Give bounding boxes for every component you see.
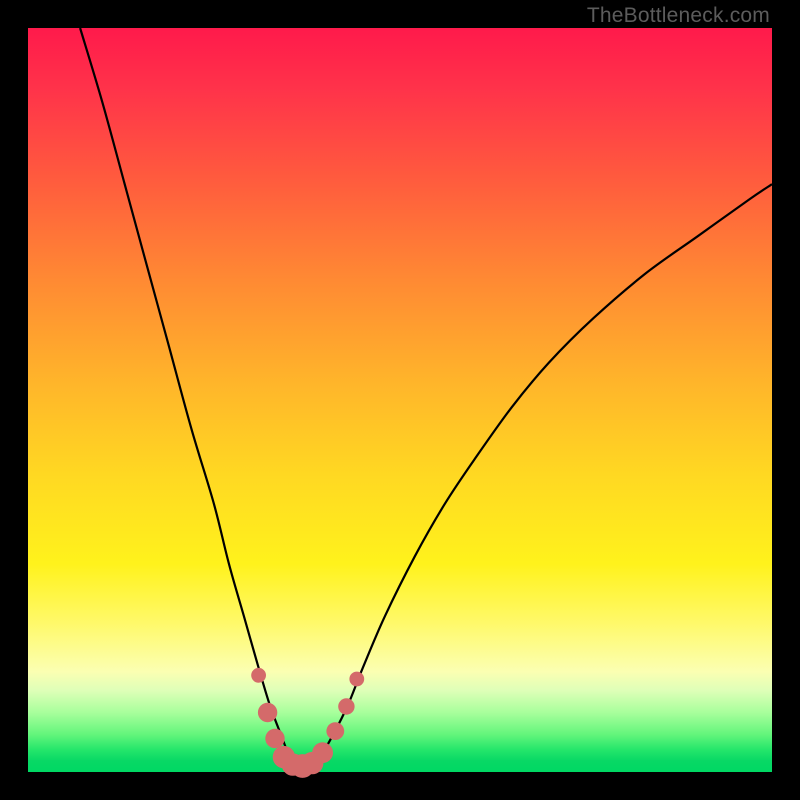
chart-svg: [28, 28, 772, 772]
chart-frame: [28, 28, 772, 772]
curve-markers: [251, 668, 364, 778]
bottleneck-curve: [80, 28, 772, 766]
curve-marker: [349, 672, 364, 687]
curve-marker: [258, 703, 277, 722]
watermark-text: TheBottleneck.com: [587, 4, 770, 28]
curve-marker: [326, 722, 344, 740]
curve-marker: [265, 729, 284, 748]
curve-marker: [338, 698, 354, 714]
curve-marker: [312, 742, 333, 763]
curve-marker: [251, 668, 266, 683]
